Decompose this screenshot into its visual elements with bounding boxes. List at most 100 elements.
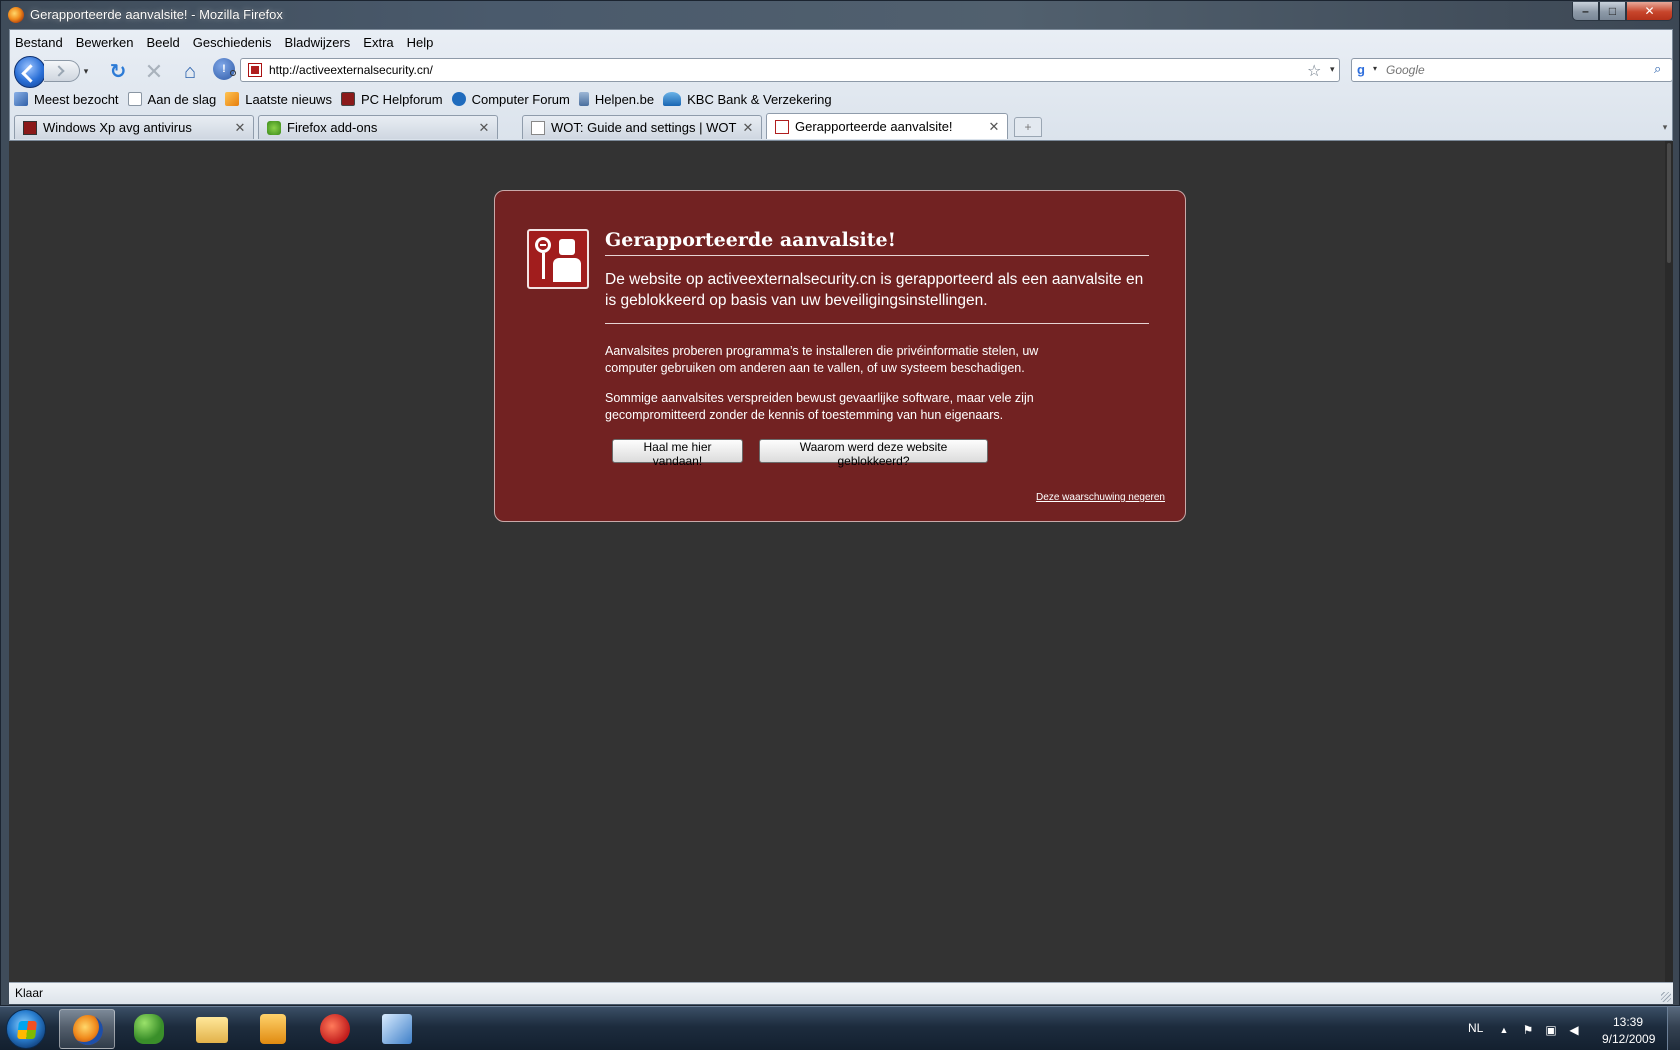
error-title: Gerapporteerde aanvalsite! bbox=[605, 229, 1149, 256]
action-center-flag-icon[interactable]: ⚑ bbox=[1521, 1023, 1535, 1037]
search-bar[interactable]: g ▾ ⌕ bbox=[1351, 58, 1673, 82]
taskbar-app[interactable] bbox=[369, 1009, 425, 1049]
get-me-out-button[interactable]: Haal me hier vandaan! bbox=[612, 439, 743, 468]
taskbar-explorer[interactable] bbox=[183, 1009, 239, 1049]
minimize-button[interactable]: – bbox=[1572, 2, 1599, 21]
clock-time[interactable]: 13:39 bbox=[1613, 1015, 1643, 1029]
google-engine-icon[interactable]: g bbox=[1357, 63, 1371, 77]
ignore-warning-link[interactable]: Deze waarschuwing negeren bbox=[1036, 492, 1165, 503]
status-bar: Klaar bbox=[9, 982, 1673, 1004]
media-player-icon bbox=[260, 1014, 286, 1044]
vertical-scrollbar[interactable] bbox=[1665, 141, 1673, 982]
close-window-button[interactable]: ✕ bbox=[1626, 2, 1673, 21]
blocked-site-guard-icon bbox=[527, 229, 589, 289]
url-dropdown-icon[interactable]: ▾ bbox=[1330, 64, 1335, 75]
wot-search-icon bbox=[230, 70, 236, 76]
status-text: Klaar bbox=[15, 986, 44, 1000]
attack-warning-box: Gerapporteerde aanvalsite! De website op… bbox=[494, 190, 1186, 522]
tab-wot-guide[interactable]: WOT: Guide and settings | WOT We... ✕ bbox=[522, 115, 762, 139]
resize-grip-icon[interactable] bbox=[1661, 992, 1671, 1002]
kbc-icon bbox=[663, 92, 682, 106]
tab-avg-antivirus[interactable]: Windows Xp avg antivirus ✕ bbox=[14, 115, 254, 139]
page-icon bbox=[127, 92, 142, 106]
site-favicon-icon bbox=[248, 63, 262, 77]
page-content: Gerapporteerde aanvalsite! De website op… bbox=[9, 141, 1673, 982]
page-icon bbox=[531, 120, 545, 135]
bookmark-helpen-be[interactable]: Helpen.be bbox=[578, 92, 654, 107]
error-short-description: De website op activeexternalsecurity.cn … bbox=[605, 269, 1149, 324]
menu-beeld[interactable]: Beeld bbox=[147, 35, 180, 50]
bookmarks-toolbar: Meest bezocht Aan de slag Laatste nieuws… bbox=[10, 87, 1672, 111]
search-icon[interactable]: ⌕ bbox=[1654, 61, 1661, 77]
show-hidden-icons-icon[interactable]: ▲ bbox=[1497, 1023, 1511, 1037]
forward-button[interactable] bbox=[44, 60, 80, 82]
bookmark-laatste-nieuws[interactable]: Laatste nieuws bbox=[225, 92, 332, 107]
browser-window: Gerapporteerde aanvalsite! - Mozilla Fir… bbox=[0, 0, 1680, 1006]
menu-help[interactable]: Help bbox=[407, 35, 434, 50]
pc-helpforum-icon bbox=[340, 92, 355, 106]
bookmark-kbc[interactable]: KBC Bank & Verzekering bbox=[663, 92, 832, 107]
menu-geschiedenis[interactable]: Geschiedenis bbox=[193, 35, 272, 50]
tab-firefox-addons[interactable]: Firefox add-ons ✕ bbox=[258, 115, 498, 139]
tab-bar: Windows Xp avg antivirus ✕ Firefox add-o… bbox=[10, 113, 1672, 141]
menu-bar: Bestand Bewerken Beeld Geschiedenis Blad… bbox=[10, 30, 1672, 54]
addons-icon bbox=[267, 120, 281, 135]
navigation-toolbar: ▾ ↻ ✕ ⌂ ! ☆ ▾ g ▾ ⌕ bbox=[10, 54, 1673, 88]
home-icon[interactable]: ⌂ bbox=[178, 60, 202, 84]
url-input[interactable] bbox=[269, 61, 1259, 79]
messenger-icon bbox=[134, 1014, 164, 1044]
menu-extra[interactable]: Extra bbox=[363, 35, 393, 50]
app-icon bbox=[382, 1014, 412, 1044]
tab-close-icon[interactable]: ✕ bbox=[985, 119, 1003, 135]
attack-site-icon bbox=[775, 119, 789, 134]
history-dropdown-icon[interactable]: ▾ bbox=[78, 61, 94, 81]
forward-icon bbox=[53, 65, 65, 77]
firefox-icon bbox=[73, 1015, 103, 1045]
wot-icon[interactable]: ! bbox=[213, 58, 235, 80]
new-tab-button[interactable]: + bbox=[1014, 117, 1042, 137]
tab-close-icon[interactable]: ✕ bbox=[475, 120, 493, 136]
language-indicator[interactable]: NL bbox=[1468, 1021, 1483, 1035]
taskbar-messenger[interactable] bbox=[121, 1009, 177, 1049]
search-input[interactable] bbox=[1386, 61, 1636, 79]
ccleaner-icon bbox=[320, 1014, 350, 1044]
bookmark-aan-de-slag[interactable]: Aan de slag bbox=[127, 92, 216, 107]
why-blocked-button[interactable]: Waarom werd deze website geblokkeerd? bbox=[759, 439, 988, 468]
tab-list-dropdown-icon[interactable]: ▾ bbox=[1658, 117, 1672, 137]
stop-icon[interactable]: ✕ bbox=[142, 60, 166, 84]
firefox-icon bbox=[8, 7, 24, 23]
maximize-button[interactable]: □ bbox=[1599, 2, 1626, 21]
volume-icon[interactable]: ◀ bbox=[1567, 1023, 1581, 1037]
error-long-description: Aanvalsites proberen programma’s te inst… bbox=[605, 344, 1039, 375]
show-desktop-button[interactable] bbox=[1667, 1007, 1680, 1050]
most-visited-icon bbox=[14, 92, 28, 106]
tab-close-icon[interactable]: ✕ bbox=[231, 120, 249, 136]
taskbar-media-player[interactable] bbox=[245, 1009, 301, 1049]
avg-icon bbox=[23, 120, 37, 135]
back-button[interactable] bbox=[14, 56, 46, 88]
engine-dropdown-icon[interactable]: ▾ bbox=[1373, 64, 1377, 73]
computer-forum-icon bbox=[451, 92, 466, 106]
window-title: Gerapporteerde aanvalsite! - Mozilla Fir… bbox=[30, 7, 283, 22]
start-button[interactable] bbox=[6, 1009, 46, 1049]
menu-bladwijzers[interactable]: Bladwijzers bbox=[285, 35, 351, 50]
taskbar-firefox[interactable] bbox=[59, 1009, 115, 1049]
tab-attack-site[interactable]: Gerapporteerde aanvalsite! ✕ bbox=[766, 113, 1008, 139]
windows-logo-icon bbox=[17, 1021, 37, 1039]
url-bar[interactable]: ☆ ▾ bbox=[240, 58, 1340, 82]
title-bar[interactable]: Gerapporteerde aanvalsite! - Mozilla Fir… bbox=[1, 1, 1679, 29]
bookmark-meest-bezocht[interactable]: Meest bezocht bbox=[14, 92, 119, 107]
clock-date[interactable]: 9/12/2009 bbox=[1602, 1032, 1655, 1046]
menu-bewerken[interactable]: Bewerken bbox=[76, 35, 134, 50]
taskbar-ccleaner[interactable] bbox=[307, 1009, 363, 1049]
bookmark-star-icon[interactable]: ☆ bbox=[1307, 61, 1321, 81]
network-icon[interactable]: ▣ bbox=[1544, 1023, 1558, 1037]
reload-icon[interactable]: ↻ bbox=[106, 60, 130, 84]
rss-icon bbox=[225, 92, 240, 106]
menu-bestand[interactable]: Bestand bbox=[15, 35, 63, 50]
browser-chrome: Bestand Bewerken Beeld Geschiedenis Blad… bbox=[9, 29, 1673, 141]
taskbar: NL ▲ ⚑ ▣ ◀ 13:39 9/12/2009 bbox=[0, 1006, 1680, 1050]
bookmark-computer-forum[interactable]: Computer Forum bbox=[451, 92, 570, 107]
bookmark-pc-helpforum[interactable]: PC Helpforum bbox=[340, 92, 443, 107]
tab-close-icon[interactable]: ✕ bbox=[739, 120, 757, 136]
